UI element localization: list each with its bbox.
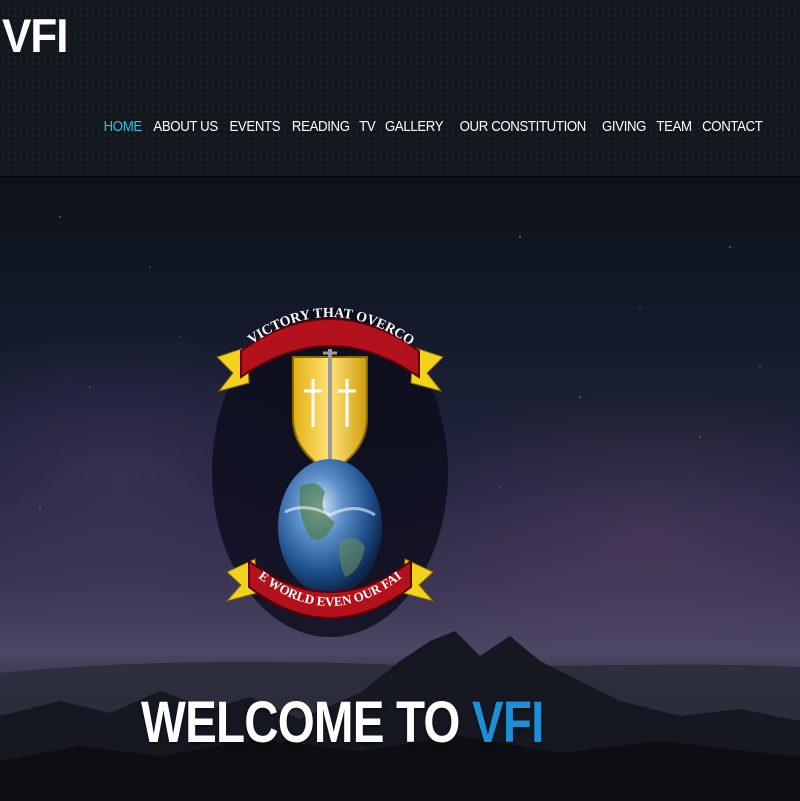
welcome-highlight: VFI	[471, 690, 544, 755]
main-nav: HOME ABOUT US EVENTS READING TV GALLERY …	[101, 118, 767, 135]
nav-item-about-us[interactable]: ABOUT US	[153, 118, 218, 135]
vfi-emblem: THE VICTORY THAT OVERCOMES THE WORLD EVE…	[205, 287, 448, 637]
nav-item-gallery[interactable]: GALLERY	[385, 118, 444, 135]
nav-item-events[interactable]: EVENTS	[230, 118, 281, 135]
nav-item-giving[interactable]: GIVING	[602, 118, 646, 135]
hero-section: THE VICTORY THAT OVERCOMES THE WORLD EVE…	[0, 177, 800, 801]
nav-item-reading[interactable]: READING	[292, 118, 350, 135]
nav-item-home[interactable]: HOME	[104, 118, 143, 135]
nav-item-contact[interactable]: CONTACT	[702, 118, 763, 135]
site-logo[interactable]: VFI	[2, 10, 68, 64]
nav-item-tv[interactable]: TV	[359, 118, 376, 135]
site-header: VFI HOME ABOUT US EVENTS READING TV GALL…	[0, 0, 800, 177]
welcome-heading: WELCOME TO VFI	[141, 689, 544, 756]
nav-item-team[interactable]: TEAM	[656, 118, 692, 135]
welcome-prefix: WELCOME TO	[141, 690, 460, 755]
nav-item-our-constitution[interactable]: OUR CONSTITUTION	[460, 118, 587, 135]
